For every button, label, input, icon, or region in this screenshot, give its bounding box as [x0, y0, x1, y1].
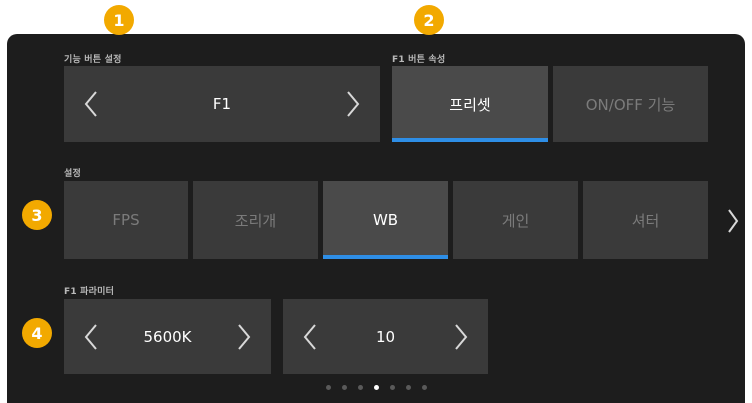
chevron-right-icon[interactable]	[724, 206, 742, 236]
setting-gain[interactable]: 게인	[453, 181, 578, 259]
f1-attribute-label: F1 버튼 속성	[392, 55, 446, 65]
option-preset[interactable]: 프리셋	[392, 66, 548, 142]
chevron-right-icon[interactable]	[446, 299, 476, 374]
page-dot[interactable]	[357, 385, 363, 390]
page-dot[interactable]	[341, 385, 347, 390]
setting-fps-label: FPS	[112, 211, 140, 229]
setting-aperture-label: 조리개	[234, 211, 277, 230]
callout-badge-4: 4	[22, 318, 52, 348]
f1-params-label: F1 파라미터	[64, 287, 115, 297]
page-dot[interactable]	[405, 385, 411, 390]
settings-label: 설정	[64, 169, 81, 179]
callout-badge-2: 2	[414, 5, 444, 35]
setting-aperture[interactable]: 조리개	[193, 181, 318, 259]
setting-shutter-label: 셔터	[631, 211, 660, 230]
function-button-value: F1	[212, 95, 232, 113]
page-dot[interactable]	[325, 385, 331, 390]
option-preset-label: 프리셋	[449, 95, 491, 114]
page-dot[interactable]	[389, 385, 395, 390]
setting-fps[interactable]: FPS	[64, 181, 188, 259]
option-onoff[interactable]: ON/OFF 기능	[553, 66, 708, 142]
page-dot[interactable]	[421, 385, 427, 390]
callout-badge-3: 3	[22, 200, 52, 230]
option-onoff-label: ON/OFF 기능	[585, 95, 676, 114]
selected-indicator	[323, 255, 448, 259]
setting-wb[interactable]: WB	[323, 181, 448, 259]
function-button-label: 기능 버튼 설정	[64, 55, 122, 65]
selected-indicator	[392, 138, 548, 142]
param1-selector: 5600K	[64, 299, 271, 374]
function-button-selector: F1	[64, 66, 380, 142]
setting-gain-label: 게인	[501, 211, 530, 230]
param2-selector: 10	[283, 299, 488, 374]
setting-wb-label: WB	[372, 211, 399, 229]
callout-badge-1: 1	[104, 5, 134, 35]
chevron-right-icon[interactable]	[338, 66, 368, 142]
chevron-right-icon[interactable]	[229, 299, 259, 374]
page-dot-active[interactable]	[373, 385, 379, 390]
page-indicator	[0, 385, 752, 390]
setting-shutter[interactable]: 셔터	[583, 181, 708, 259]
